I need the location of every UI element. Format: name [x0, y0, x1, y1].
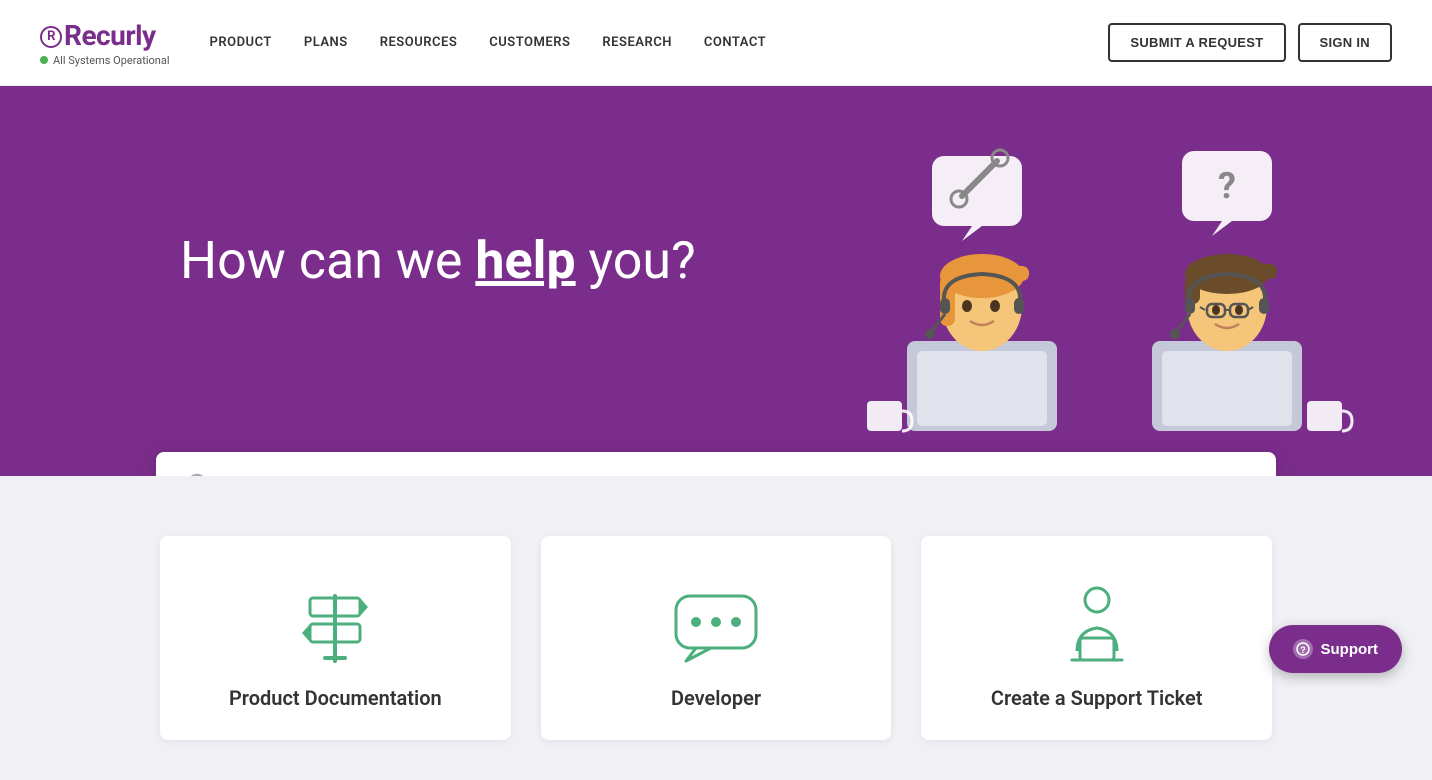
nav-plans[interactable]: PLANS: [304, 35, 348, 50]
hero-title-highlight: help: [475, 230, 575, 291]
search-box: [156, 452, 1276, 476]
nav-actions: SUBMIT A REQUEST SIGN IN: [1108, 23, 1392, 62]
card-product-docs-title: Product Documentation: [229, 686, 442, 710]
hero-text: How can we help you?: [180, 230, 696, 292]
nav-links: PRODUCT PLANS RESOURCES CUSTOMERS RESEAR…: [210, 35, 1109, 50]
support-fab-button[interactable]: ? Support: [1269, 625, 1403, 673]
logo-r-icon: R: [40, 26, 62, 48]
support-fab-icon: ?: [1293, 639, 1313, 659]
navbar: RRecurly All Systems Operational PRODUCT…: [0, 0, 1432, 86]
logo[interactable]: RRecurly: [40, 19, 170, 52]
logo-text: Recurly: [64, 19, 156, 52]
nav-resources[interactable]: RESOURCES: [380, 35, 458, 50]
submit-request-button[interactable]: SUBMIT A REQUEST: [1108, 23, 1285, 62]
status-text: All Systems Operational: [53, 54, 170, 67]
status-dot-icon: [40, 56, 48, 64]
hero-illustration-svg: ?: [852, 146, 1372, 446]
search-icon: [186, 472, 210, 476]
hero-section: How can we help you? ?: [0, 86, 1432, 476]
nav-research[interactable]: RESEARCH: [602, 35, 672, 50]
card-support-ticket-title: Create a Support Ticket: [991, 686, 1203, 710]
support-fab-label: Support: [1321, 641, 1379, 658]
search-input[interactable]: [225, 474, 1246, 477]
card-developer-title: Developer: [671, 686, 761, 710]
card-support-ticket[interactable]: Create a Support Ticket: [921, 536, 1272, 740]
svg-text:?: ?: [1300, 645, 1306, 655]
svg-text:?: ?: [1218, 165, 1236, 207]
hero-title: How can we help you?: [180, 230, 696, 292]
hero-illustration: ?: [852, 146, 1372, 466]
status-line: All Systems Operational: [40, 54, 170, 67]
card-product-docs[interactable]: Product Documentation: [160, 536, 511, 740]
hero-title-suffix: you?: [576, 230, 696, 291]
logo-area: RRecurly All Systems Operational: [40, 19, 170, 67]
hero-title-prefix: How can we: [180, 230, 475, 291]
person-laptop-icon: [1047, 586, 1147, 666]
chat-icon: [666, 586, 766, 666]
nav-contact[interactable]: CONTACT: [704, 35, 766, 50]
sign-in-button[interactable]: SIGN IN: [1298, 23, 1393, 62]
signpost-icon: [285, 586, 385, 666]
nav-customers[interactable]: CUSTOMERS: [489, 35, 570, 50]
nav-product[interactable]: PRODUCT: [210, 35, 272, 50]
card-developer[interactable]: Developer: [541, 536, 892, 740]
cards-section: Product Documentation Developer: [0, 476, 1432, 780]
